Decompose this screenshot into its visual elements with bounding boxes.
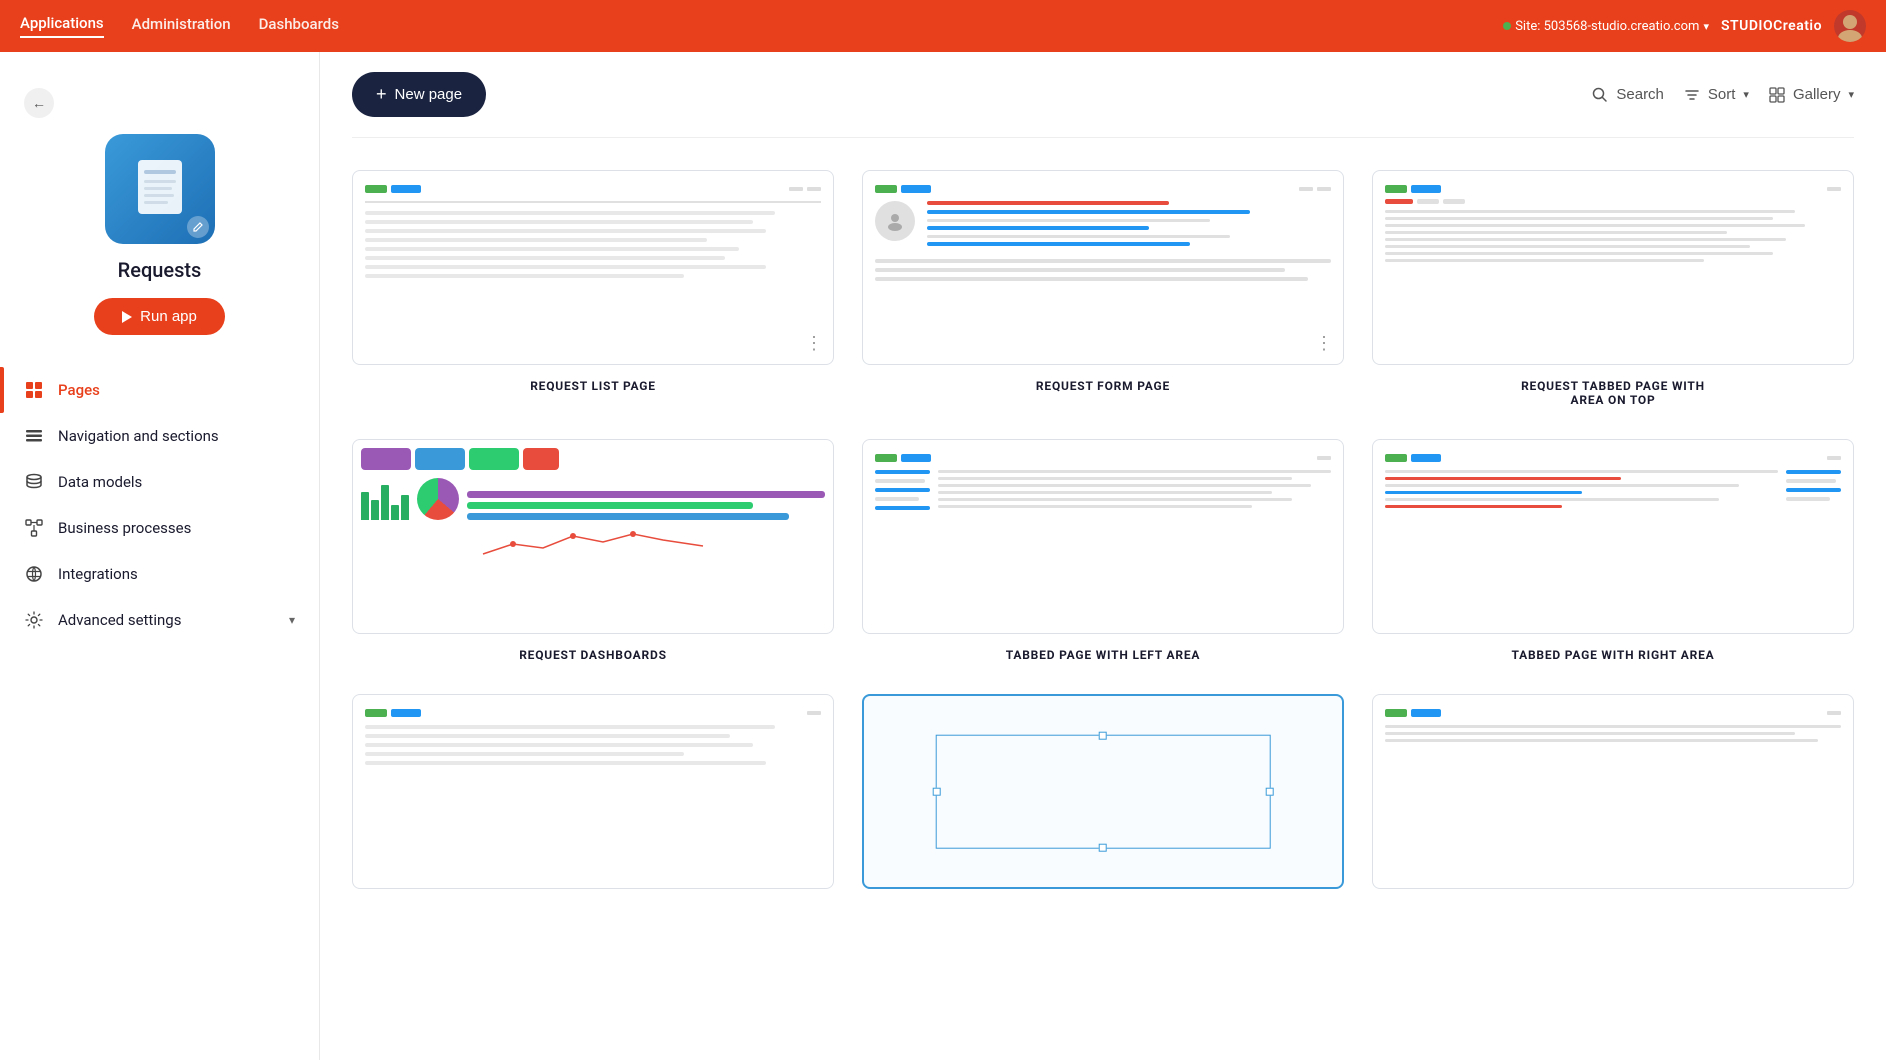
sidebar-item-business-processes[interactable]: Business processes: [0, 505, 319, 551]
page-card-request-tabbed[interactable]: REQUEST TABBED PAGE WITH AREA ON TOP: [1372, 170, 1854, 407]
new-page-label: New page: [395, 86, 463, 103]
page-thumbnail-request-list: ⋮: [352, 170, 834, 365]
sidebar-integrations-label: Integrations: [58, 565, 138, 583]
page-card-form-label: REQUEST FORM PAGE: [1036, 379, 1170, 393]
plus-icon: +: [376, 84, 387, 105]
advanced-chevron-icon: ▾: [289, 613, 295, 627]
main-content: + New page Search Sort ▾ Gallery ▾: [320, 52, 1886, 1060]
toolbar: + New page Search Sort ▾ Gallery ▾: [352, 52, 1854, 138]
page-card-request-form[interactable]: ⋮ REQUEST FORM PAGE: [862, 170, 1344, 407]
page-card-tabbed-left-label: TABBED PAGE WITH LEFT AREA: [1006, 648, 1201, 662]
page-card-tabbed-label: REQUEST TABBED PAGE WITH AREA ON TOP: [1503, 379, 1723, 407]
sidebar-data-label: Data models: [58, 473, 142, 491]
page-card-tabbed-left[interactable]: TABBED PAGE WITH LEFT AREA: [862, 439, 1344, 662]
nav-dashboards[interactable]: Dashboards: [259, 15, 339, 37]
site-chevron-icon: ▾: [1703, 20, 1709, 33]
new-page-button[interactable]: + New page: [352, 72, 486, 117]
site-selector[interactable]: Site: 503568-studio.creatio.com ▾: [1503, 19, 1709, 34]
page-thumbnail-dashboards: [352, 439, 834, 634]
doc-icon: [134, 158, 186, 220]
nav-administration[interactable]: Administration: [132, 15, 231, 37]
brand-label: STUDIOCreatio: [1721, 18, 1822, 34]
page-card-list-label: REQUEST LIST PAGE: [530, 379, 656, 393]
search-icon: [1592, 87, 1608, 103]
site-label: Site: 503568-studio.creatio.com: [1515, 19, 1699, 34]
main-layout: ← Requests: [0, 52, 1886, 1060]
page-thumbnail-request-tabbed: [1372, 170, 1854, 365]
app-icon: [105, 134, 215, 244]
sidebar-item-data-models[interactable]: Data models: [0, 459, 319, 505]
search-label: Search: [1616, 86, 1664, 103]
sidebar: ← Requests: [0, 52, 320, 1060]
page-thumbnail-8: [862, 694, 1344, 889]
sidebar-item-advanced-settings[interactable]: Advanced settings ▾: [0, 597, 319, 643]
form-more-options-icon[interactable]: ⋮: [1315, 333, 1333, 354]
sidebar-pages-label: Pages: [58, 381, 100, 399]
page-card-7[interactable]: [352, 694, 834, 903]
search-button[interactable]: Search: [1592, 86, 1664, 103]
gallery-icon: [1769, 87, 1785, 103]
run-app-button[interactable]: Run app: [94, 298, 225, 335]
app-name-label: Requests: [118, 258, 202, 282]
page-thumbnail-tabbed-left: [862, 439, 1344, 634]
more-options-icon[interactable]: ⋮: [805, 333, 823, 354]
pencil-icon: [192, 221, 204, 233]
advanced-settings-icon: [24, 610, 44, 630]
business-processes-icon: [24, 518, 44, 538]
thumb-header: [365, 185, 821, 193]
pages-icon: [24, 380, 44, 400]
page-thumbnail-9: [1372, 694, 1854, 889]
page-thumbnail-tabbed-right: [1372, 439, 1854, 634]
page-card-dashboards[interactable]: REQUEST DASHBOARDS: [352, 439, 834, 662]
sidebar-nav: Pages Navigation and sections Data model…: [0, 359, 319, 651]
site-status-dot: [1503, 22, 1511, 30]
back-arrow-icon: ←: [32, 95, 46, 112]
run-app-label: Run app: [140, 308, 197, 325]
page-card-8[interactable]: [862, 694, 1344, 903]
toolbar-right: Search Sort ▾ Gallery ▾: [1592, 86, 1854, 103]
sort-chevron-icon: ▾: [1743, 88, 1749, 101]
sort-label: Sort: [1708, 86, 1736, 103]
page-card-9[interactable]: [1372, 694, 1854, 903]
sidebar-back-area: ←: [0, 76, 319, 118]
sidebar-nav-label: Navigation and sections: [58, 427, 219, 445]
page-thumbnail-request-form: ⋮: [862, 170, 1344, 365]
gallery-button[interactable]: Gallery ▾: [1769, 86, 1854, 103]
page-card-dashboards-label: REQUEST DASHBOARDS: [519, 648, 667, 662]
sidebar-item-integrations[interactable]: Integrations: [0, 551, 319, 597]
top-navigation: Applications Administration Dashboards S…: [0, 0, 1886, 52]
page-card-tabbed-right[interactable]: TABBED PAGE WITH RIGHT AREA: [1372, 439, 1854, 662]
sidebar-bp-label: Business processes: [58, 519, 191, 537]
top-nav-right: Site: 503568-studio.creatio.com ▾ STUDIO…: [1503, 10, 1866, 42]
sidebar-advanced-label: Advanced settings: [58, 611, 181, 629]
user-avatar[interactable]: [1834, 10, 1866, 42]
sidebar-item-navigation[interactable]: Navigation and sections: [0, 413, 319, 459]
line-chart-svg: [361, 526, 825, 558]
sidebar-item-pages[interactable]: Pages: [0, 367, 319, 413]
integrations-icon: [24, 564, 44, 584]
page-card-tabbed-right-label: TABBED PAGE WITH RIGHT AREA: [1511, 648, 1714, 662]
data-models-icon: [24, 472, 44, 492]
back-button[interactable]: ←: [24, 88, 54, 118]
nav-applications[interactable]: Applications: [20, 14, 104, 38]
sort-icon: [1684, 87, 1700, 103]
gallery-chevron-icon: ▾: [1848, 88, 1854, 101]
page-thumbnail-7: [352, 694, 834, 889]
edit-icon-overlay[interactable]: [187, 216, 209, 238]
pages-grid: ⋮ REQUEST LIST PAGE: [352, 170, 1854, 903]
gallery-label: Gallery: [1793, 86, 1841, 103]
page-card-request-list[interactable]: ⋮ REQUEST LIST PAGE: [352, 170, 834, 407]
play-icon: [122, 311, 132, 323]
nav-sections-icon: [24, 426, 44, 446]
app-info: Requests Run app: [0, 118, 319, 359]
sort-button[interactable]: Sort ▾: [1684, 86, 1749, 103]
